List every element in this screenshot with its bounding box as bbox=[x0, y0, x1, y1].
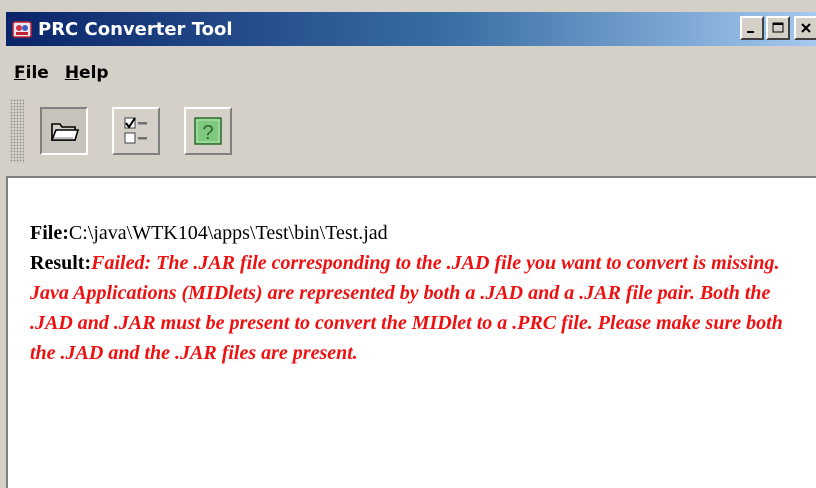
menu-file-label: ile bbox=[25, 63, 49, 83]
minimize-button[interactable] bbox=[740, 16, 764, 40]
checklist-icon bbox=[124, 117, 147, 144]
minimize-icon bbox=[747, 31, 754, 33]
output-pane: File:C:\java\WTK104\apps\Test\bin\Test.j… bbox=[6, 176, 816, 488]
menu-bar: File Help bbox=[6, 58, 117, 88]
result-text-block: File:C:\java\WTK104\apps\Test\bin\Test.j… bbox=[30, 218, 810, 368]
file-label: File: bbox=[30, 222, 69, 244]
menu-help[interactable]: Help bbox=[57, 61, 117, 85]
result-message: Failed: The .JAR file corresponding to t… bbox=[30, 252, 783, 364]
file-path: C:\java\WTK104\apps\Test\bin\Test.jad bbox=[68, 222, 388, 244]
menu-file[interactable]: File bbox=[6, 61, 57, 85]
menu-help-mnemonic: H bbox=[64, 63, 80, 83]
file-line: File:C:\java\WTK104\apps\Test\bin\Test.j… bbox=[30, 218, 810, 248]
help-button[interactable]: ? bbox=[184, 107, 232, 155]
toolbar: ? bbox=[6, 96, 816, 166]
title-bar[interactable]: PRC Converter Tool bbox=[6, 12, 816, 46]
result-line: Result:Failed: The .JAR file correspondi… bbox=[30, 248, 810, 368]
maximize-icon bbox=[772, 22, 784, 33]
options-button[interactable] bbox=[112, 107, 160, 155]
close-icon bbox=[801, 23, 811, 33]
close-button[interactable] bbox=[794, 16, 816, 40]
menu-help-label: elp bbox=[79, 63, 109, 83]
caption-buttons bbox=[740, 16, 816, 40]
result-label: Result: bbox=[30, 252, 92, 274]
menu-file-mnemonic: F bbox=[14, 63, 26, 83]
window-title: PRC Converter Tool bbox=[38, 18, 233, 40]
svg-text:?: ? bbox=[202, 122, 213, 144]
open-folder-icon bbox=[50, 123, 79, 141]
open-file-button[interactable] bbox=[40, 107, 88, 155]
maximize-button[interactable] bbox=[766, 16, 790, 40]
app-icon bbox=[12, 19, 32, 39]
toolbar-grip[interactable] bbox=[10, 99, 24, 163]
app-window: PRC Converter Tool File Help ? File:C:\j… bbox=[0, 0, 816, 488]
help-icon: ? bbox=[194, 117, 222, 145]
